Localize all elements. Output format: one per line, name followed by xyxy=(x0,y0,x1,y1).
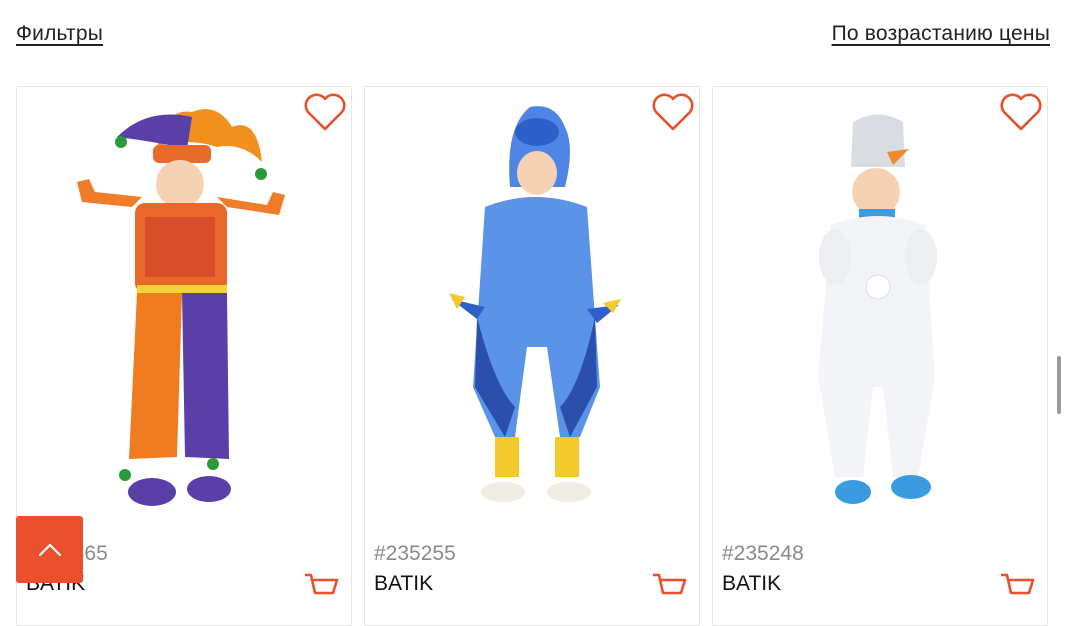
heart-icon[interactable] xyxy=(303,93,347,133)
shopping-cart-icon[interactable] xyxy=(999,571,1035,603)
scrollbar[interactable] xyxy=(1057,356,1061,414)
shopping-cart-icon[interactable] xyxy=(303,571,339,603)
heart-icon[interactable] xyxy=(651,93,695,133)
shopping-cart-icon[interactable] xyxy=(651,571,687,603)
listing-toolbar: Фильтры По возрастанию цены xyxy=(0,0,1066,70)
filters-link[interactable]: Фильтры xyxy=(16,22,103,46)
chevron-up-icon xyxy=(38,543,61,556)
product-image[interactable] xyxy=(365,87,699,527)
product-card[interactable]: #235255 BATIK xyxy=(364,86,700,626)
heart-icon[interactable] xyxy=(999,93,1043,133)
product-sku: #235248 xyxy=(722,542,804,565)
product-brand: BATIK xyxy=(722,572,782,595)
sort-by-price-link[interactable]: По возрастанию цены xyxy=(832,22,1050,46)
product-image[interactable] xyxy=(713,87,1047,527)
product-image[interactable] xyxy=(17,87,351,527)
product-sku: #235255 xyxy=(374,542,456,565)
back-to-top-button[interactable] xyxy=(16,516,83,583)
product-card[interactable]: #235248 BATIK xyxy=(712,86,1048,626)
product-brand: BATIK xyxy=(374,572,434,595)
